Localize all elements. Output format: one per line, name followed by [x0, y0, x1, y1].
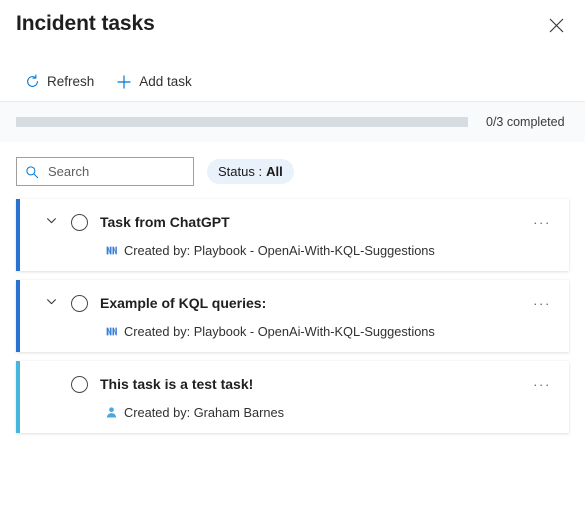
- task-title: This task is a test task!: [100, 376, 254, 392]
- status-filter-pill[interactable]: Status : All: [207, 159, 294, 184]
- task-card[interactable]: Task from ChatGPT ··· Created by: Playbo…: [16, 199, 569, 271]
- task-accent-bar: [16, 199, 20, 271]
- refresh-icon: [24, 74, 40, 90]
- task-card[interactable]: This task is a test task! ··· Created by…: [16, 361, 569, 433]
- task-creator-text: Created by: Graham Barnes: [124, 405, 285, 420]
- task-more-menu-button[interactable]: ···: [529, 373, 555, 395]
- task-header-row: This task is a test task! ···: [16, 373, 569, 395]
- task-title: Task from ChatGPT: [100, 214, 230, 230]
- command-bar: Refresh Add task: [0, 62, 585, 101]
- chevron-down-icon: [45, 295, 58, 311]
- search-input[interactable]: [48, 164, 185, 179]
- search-box[interactable]: [16, 157, 194, 186]
- add-task-button[interactable]: Add task: [108, 67, 200, 97]
- task-more-menu-button[interactable]: ···: [529, 211, 555, 233]
- expand-chevron-button[interactable]: [40, 292, 62, 314]
- plus-icon: [116, 74, 132, 90]
- task-card[interactable]: Example of KQL queries: ··· Created by: …: [16, 280, 569, 352]
- person-icon: [104, 406, 118, 420]
- playbook-icon: [104, 244, 118, 258]
- task-complete-checkbox[interactable]: [71, 294, 88, 312]
- task-meta-row: Created by: Graham Barnes: [16, 405, 569, 420]
- task-accent-bar: [16, 361, 20, 433]
- task-meta-row: Created by: Playbook - OpenAi-With-KQL-S…: [16, 243, 569, 258]
- progress-bar: [16, 117, 468, 127]
- task-creator-text: Created by: Playbook - OpenAi-With-KQL-S…: [124, 243, 435, 258]
- task-accent-bar: [16, 280, 20, 352]
- close-icon: [549, 18, 564, 33]
- page-title: Incident tasks: [16, 12, 155, 35]
- status-filter-label: Status :: [218, 164, 263, 179]
- task-creator-text: Created by: Playbook - OpenAi-With-KQL-S…: [124, 324, 435, 339]
- chevron-down-icon: [45, 214, 58, 230]
- filter-row: Status : All: [0, 142, 585, 199]
- progress-band: 0/3 completed: [0, 102, 585, 142]
- refresh-label: Refresh: [47, 73, 95, 89]
- task-complete-checkbox[interactable]: [71, 213, 88, 231]
- panel-header: Incident tasks: [0, 0, 585, 62]
- task-header-row: Task from ChatGPT ···: [16, 211, 569, 233]
- task-meta-row: Created by: Playbook - OpenAi-With-KQL-S…: [16, 324, 569, 339]
- refresh-button[interactable]: Refresh: [16, 67, 102, 97]
- expand-chevron-button[interactable]: [40, 211, 62, 233]
- progress-label: 0/3 completed: [486, 115, 565, 129]
- add-task-label: Add task: [139, 73, 192, 89]
- task-list: Task from ChatGPT ··· Created by: Playbo…: [0, 199, 585, 433]
- task-header-row: Example of KQL queries: ···: [16, 292, 569, 314]
- task-title: Example of KQL queries:: [100, 295, 267, 311]
- search-icon: [25, 165, 39, 179]
- task-more-menu-button[interactable]: ···: [529, 292, 555, 314]
- close-button[interactable]: [541, 10, 571, 40]
- status-filter-value: All: [266, 164, 283, 179]
- playbook-icon: [104, 325, 118, 339]
- task-complete-checkbox[interactable]: [71, 375, 88, 393]
